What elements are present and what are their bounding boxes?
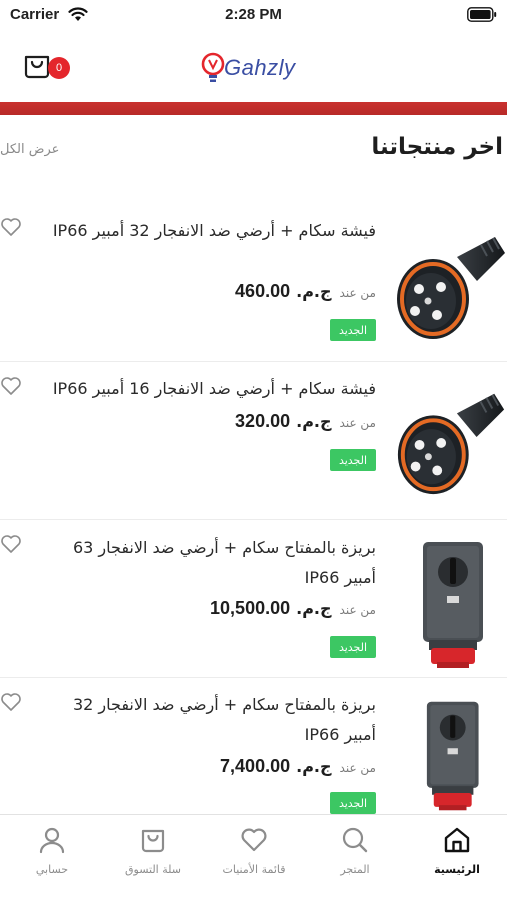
bottom-tab-bar: الرئيسية المتجر قائمة الأمنيات سلة التسو… <box>0 814 507 900</box>
price-from-label: من عند <box>339 761 376 775</box>
price-value: 320.00 <box>235 411 291 431</box>
wishlist-heart-icon[interactable] <box>0 692 22 712</box>
app-header: 0 Gahzly <box>0 34 507 102</box>
product-name[interactable]: فيشة سكام + أرضي ضد الانفجار 32 أمبير IP… <box>44 216 376 246</box>
price-currency: ج.م. <box>296 282 332 301</box>
search-icon <box>342 827 368 853</box>
tab-cart[interactable]: سلة التسوق <box>103 825 203 895</box>
brand-logo: Gahzly <box>200 48 310 88</box>
wishlist-heart-icon[interactable] <box>0 376 22 396</box>
tab-shop-label: المتجر <box>340 863 370 876</box>
new-badge: الجديد <box>330 636 376 658</box>
product-name[interactable]: بريزة بالمفتاح سكام + أرضي ضد الانفجار 6… <box>44 533 376 593</box>
tab-wishlist[interactable]: قائمة الأمنيات <box>204 825 304 895</box>
tab-account-label: حسابي <box>35 863 69 876</box>
status-bar: Carrier 2:28 PM <box>0 0 507 34</box>
product-card[interactable]: بريزة بالمفتاح سكام + أرضي ضد الانفجار 3… <box>0 678 507 828</box>
wishlist-heart-icon[interactable] <box>0 217 22 237</box>
tab-home[interactable]: الرئيسية <box>407 825 507 895</box>
product-list: فيشة سكام + أرضي ضد الانفجار 32 أمبير IP… <box>0 195 507 828</box>
price-row: من عند ج.م. 7,400.00 <box>220 756 376 777</box>
product-name[interactable]: فيشة سكام + أرضي ضد الانفجار 16 أمبير IP… <box>44 374 376 404</box>
section-title: اخر منتجاتنا <box>371 134 503 160</box>
product-name[interactable]: بريزة بالمفتاح سكام + أرضي ضد الانفجار 3… <box>44 690 376 750</box>
product-card[interactable]: بريزة بالمفتاح سكام + أرضي ضد الانفجار 6… <box>0 520 507 678</box>
view-all-link[interactable]: عرض الكل <box>0 142 59 157</box>
cart-count-badge: 0 <box>48 57 70 79</box>
home-icon <box>444 827 470 853</box>
heart-icon <box>241 828 267 852</box>
price-currency: ج.م. <box>296 412 332 431</box>
header-red-band <box>0 102 507 115</box>
price-value: 10,500.00 <box>210 598 291 618</box>
price-from-label: من عند <box>339 286 376 300</box>
price-currency: ج.م. <box>296 757 332 776</box>
price-row: من عند ج.م. 460.00 <box>235 281 376 302</box>
price-from-label: من عند <box>339 416 376 430</box>
wishlist-heart-icon[interactable] <box>0 534 22 554</box>
switched-socket-icon[interactable] <box>395 540 507 670</box>
switched-socket-icon[interactable] <box>395 700 507 812</box>
price-value: 460.00 <box>235 281 291 301</box>
battery-icon <box>467 7 497 22</box>
price-from-label: من عند <box>339 603 376 617</box>
new-badge: الجديد <box>330 449 376 471</box>
new-badge: الجديد <box>330 319 376 341</box>
price-value: 7,400.00 <box>220 756 291 776</box>
bulb-logo-icon <box>201 52 225 82</box>
price-row: من عند ج.م. 320.00 <box>235 411 376 432</box>
price-row: من عند ج.م. 10,500.00 <box>210 598 376 619</box>
plug-icon[interactable] <box>395 223 507 343</box>
plug-icon[interactable] <box>395 380 507 498</box>
product-card[interactable]: فيشة سكام + أرضي ضد الانفجار 32 أمبير IP… <box>0 195 507 362</box>
tab-home-label: الرئيسية <box>434 863 480 876</box>
tab-cart-label: سلة التسوق <box>124 863 181 876</box>
person-icon <box>39 827 65 854</box>
status-time: 2:28 PM <box>225 6 282 23</box>
logo-text: Gahzly <box>224 55 296 80</box>
tab-account[interactable]: حسابي <box>2 825 102 895</box>
product-card[interactable]: فيشة سكام + أرضي ضد الانفجار 16 أمبير IP… <box>0 362 507 520</box>
bag-icon <box>141 829 165 853</box>
tab-wishlist-label: قائمة الأمنيات <box>222 863 286 876</box>
new-badge: الجديد <box>330 792 376 814</box>
tab-shop[interactable]: المتجر <box>305 825 405 895</box>
latest-products-header: اخر منتجاتنا عرض الكل <box>0 130 507 170</box>
price-currency: ج.م. <box>296 599 332 618</box>
